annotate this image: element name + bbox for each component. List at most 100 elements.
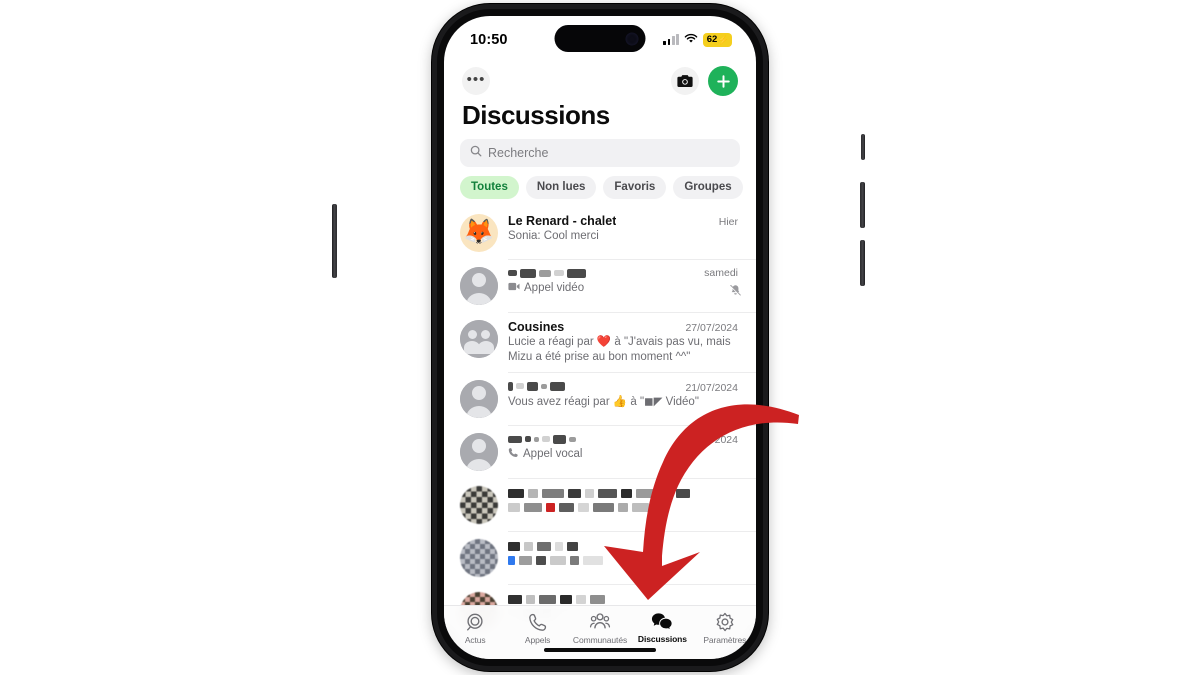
chat-list-item-le-renard-chalet[interactable]: 🦊 Le Renard - chalet Hier Sonia: Cool me… [444, 207, 756, 259]
pixelated-name-line [508, 488, 742, 498]
battery-indicator: 62 ⚡ [702, 33, 732, 47]
avatar-fox-emoji[interactable]: 🦊 [460, 213, 498, 252]
wifi-icon [684, 31, 698, 49]
avatar-pixelated-photo[interactable] [460, 538, 498, 577]
avatar-pixelated-photo[interactable] [460, 485, 498, 524]
battery-percent: 62 [706, 34, 718, 46]
silent-switch-button[interactable] [861, 134, 865, 160]
chat-list: 🦊 Le Renard - chalet Hier Sonia: Cool me… [444, 207, 756, 637]
phone-device-frame: 10:50 62 ⚡ ••• Discussions Recherche Tou… [332, 4, 865, 671]
chat-item-name-redacted [508, 267, 586, 280]
chat-item-body: Cousines 27/07/2024 Lucie a réagi par ❤️… [508, 320, 742, 365]
camera-icon[interactable] [671, 67, 699, 95]
chat-item-body: samedi Appel vidéo [508, 267, 742, 297]
top-navigation-bar: ••• [444, 60, 756, 98]
cellular-bars-icon [663, 34, 679, 45]
pixelated-name-line [508, 541, 742, 551]
chat-item-body-pixelated [508, 539, 742, 577]
tab-actus[interactable]: Actus [444, 612, 506, 645]
tab-appels[interactable]: Appels [506, 612, 568, 645]
chat-item-time: samedi [704, 267, 738, 280]
page-title: Discussions [462, 100, 610, 130]
chat-item-meta [729, 284, 742, 302]
pixelated-preview-line [508, 502, 742, 512]
tab-discussions[interactable]: Discussions [631, 612, 693, 644]
screenshot-stage: 10:50 62 ⚡ ••• Discussions Recherche Tou… [0, 0, 1200, 675]
status-bar-indicators: 62 ⚡ [663, 31, 732, 49]
pixelated-name-line [508, 594, 742, 604]
tab-label: Discussions [637, 634, 687, 644]
chat-item-preview: Appel vocal [523, 448, 583, 461]
bell-muted-icon [729, 284, 742, 302]
avatar-person-placeholder[interactable] [460, 432, 498, 471]
status-bar: 10:50 62 ⚡ [444, 16, 756, 60]
tab-parametres[interactable]: Paramètres [694, 612, 756, 645]
plus-icon [716, 74, 730, 88]
tab-communautes[interactable]: Communautés [569, 612, 631, 645]
tab-label: Actus [464, 635, 486, 645]
pixelated-preview-line [508, 555, 742, 565]
status-updates-icon [465, 612, 485, 632]
chat-item-body: 11/07/2024 Appel vocal [508, 433, 742, 463]
status-bar-time: 10:50 [470, 32, 508, 48]
filter-chips: Toutes Non lues Favoris Groupes [444, 176, 756, 207]
search-placeholder: Recherche [488, 146, 549, 160]
gear-icon [715, 612, 735, 632]
chat-item-body: 21/07/2024 Vous avez réagi par 👍 à "◼◤ V… [508, 380, 742, 410]
chat-list-item-cousines[interactable]: Cousines 27/07/2024 Lucie a réagi par ❤️… [444, 313, 756, 372]
chat-item-preview: Sonia: Cool merci [508, 229, 599, 242]
avatar-group-placeholder[interactable] [460, 319, 498, 358]
phone-screen: 10:50 62 ⚡ ••• Discussions Recherche Tou… [444, 16, 756, 659]
search-icon [470, 144, 482, 162]
volume-up-button[interactable] [860, 182, 865, 228]
filter-chip-favoris[interactable]: Favoris [603, 176, 667, 199]
search-input[interactable]: Recherche [460, 139, 740, 167]
chat-list-item-redacted-2[interactable]: 21/07/2024 Vous avez réagi par 👍 à "◼◤ V… [444, 373, 756, 425]
avatar-person-placeholder[interactable] [460, 379, 498, 418]
chat-item-header: 11/07/2024 [508, 433, 738, 446]
volume-down-button[interactable] [860, 240, 865, 286]
phone-icon [528, 612, 548, 632]
chat-item-body: Le Renard - chalet Hier Sonia: Cool merc… [508, 214, 742, 244]
chat-item-time: 27/07/2024 [685, 321, 738, 334]
home-indicator [544, 648, 656, 652]
search-container: Recherche [444, 139, 756, 176]
chat-item-name-redacted [508, 380, 565, 393]
filter-chip-non-lues[interactable]: Non lues [525, 176, 597, 199]
chat-item-preview-row: Lucie a réagi par ❤️ à "J'avais pas vu, … [508, 335, 738, 365]
chat-item-preview-row: Appel vidéo [508, 281, 738, 296]
chat-item-time: Hier [718, 215, 738, 228]
chat-item-preview: Vous avez réagi par 👍 à "◼◤ Vidéo" [508, 395, 699, 408]
voice-call-icon [508, 447, 519, 463]
chat-item-preview: Appel vidéo [524, 281, 585, 294]
chat-item-name: Le Renard - chalet [508, 213, 617, 228]
video-call-icon [508, 281, 520, 296]
chat-item-name: Cousines [508, 319, 565, 334]
avatar-person-placeholder[interactable] [460, 266, 498, 305]
chat-item-header: Le Renard - chalet Hier [508, 214, 738, 228]
more-options-icon[interactable]: ••• [462, 67, 490, 95]
new-chat-button[interactable] [708, 66, 738, 96]
chat-list-item-pixelated-1[interactable] [444, 479, 756, 531]
chat-list-item-pixelated-2[interactable] [444, 532, 756, 584]
chat-item-header: samedi [508, 267, 738, 280]
charging-bolt-icon: ⚡ [717, 34, 729, 45]
chat-list-item-redacted-1[interactable]: samedi Appel vidéo [444, 260, 756, 312]
filter-chip-toutes[interactable]: Toutes [460, 176, 519, 199]
chat-item-header: 21/07/2024 [508, 380, 738, 394]
chat-item-body-pixelated [508, 486, 742, 524]
chat-item-preview-row: Appel vocal [508, 447, 738, 463]
dynamic-island [554, 25, 646, 52]
chat-item-time: 11/07/2024 [686, 433, 738, 446]
power-button[interactable] [332, 204, 337, 278]
chat-list-item-redacted-3[interactable]: 11/07/2024 Appel vocal [444, 426, 756, 478]
fox-emoji-icon: 🦊 [463, 218, 495, 247]
chat-item-preview-row: Vous avez réagi par 👍 à "◼◤ Vidéo" [508, 395, 738, 410]
chat-item-preview-row: Sonia: Cool merci [508, 229, 738, 244]
top-nav-actions [671, 66, 738, 96]
communities-icon [589, 612, 611, 632]
chat-item-preview: Lucie a réagi par ❤️ à "J'avais pas vu, … [508, 335, 731, 363]
filter-chip-groupes[interactable]: Groupes [673, 176, 743, 199]
chat-item-header: Cousines 27/07/2024 [508, 320, 738, 334]
tab-label: Communautés [572, 635, 628, 645]
